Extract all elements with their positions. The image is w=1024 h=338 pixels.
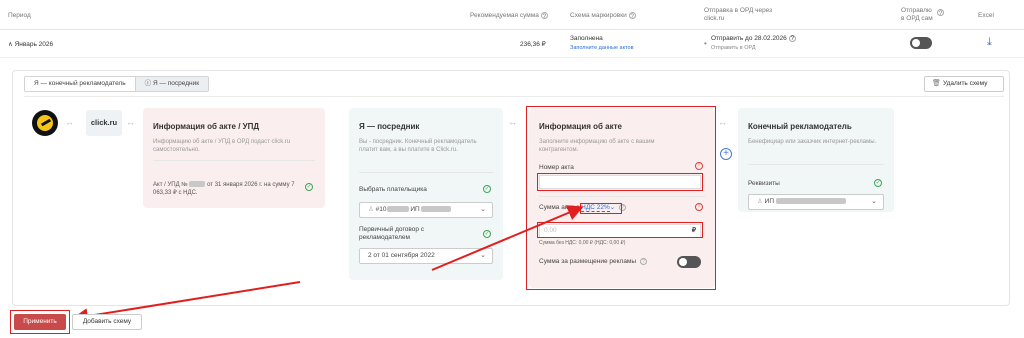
add-scheme-button[interactable]: Добавить схему	[72, 314, 142, 330]
annotation-arrows	[72, 205, 584, 324]
arrow-to-vat	[431, 205, 584, 271]
arrow-to-apply	[72, 281, 301, 324]
apply-button[interactable]: Применить	[14, 314, 66, 330]
